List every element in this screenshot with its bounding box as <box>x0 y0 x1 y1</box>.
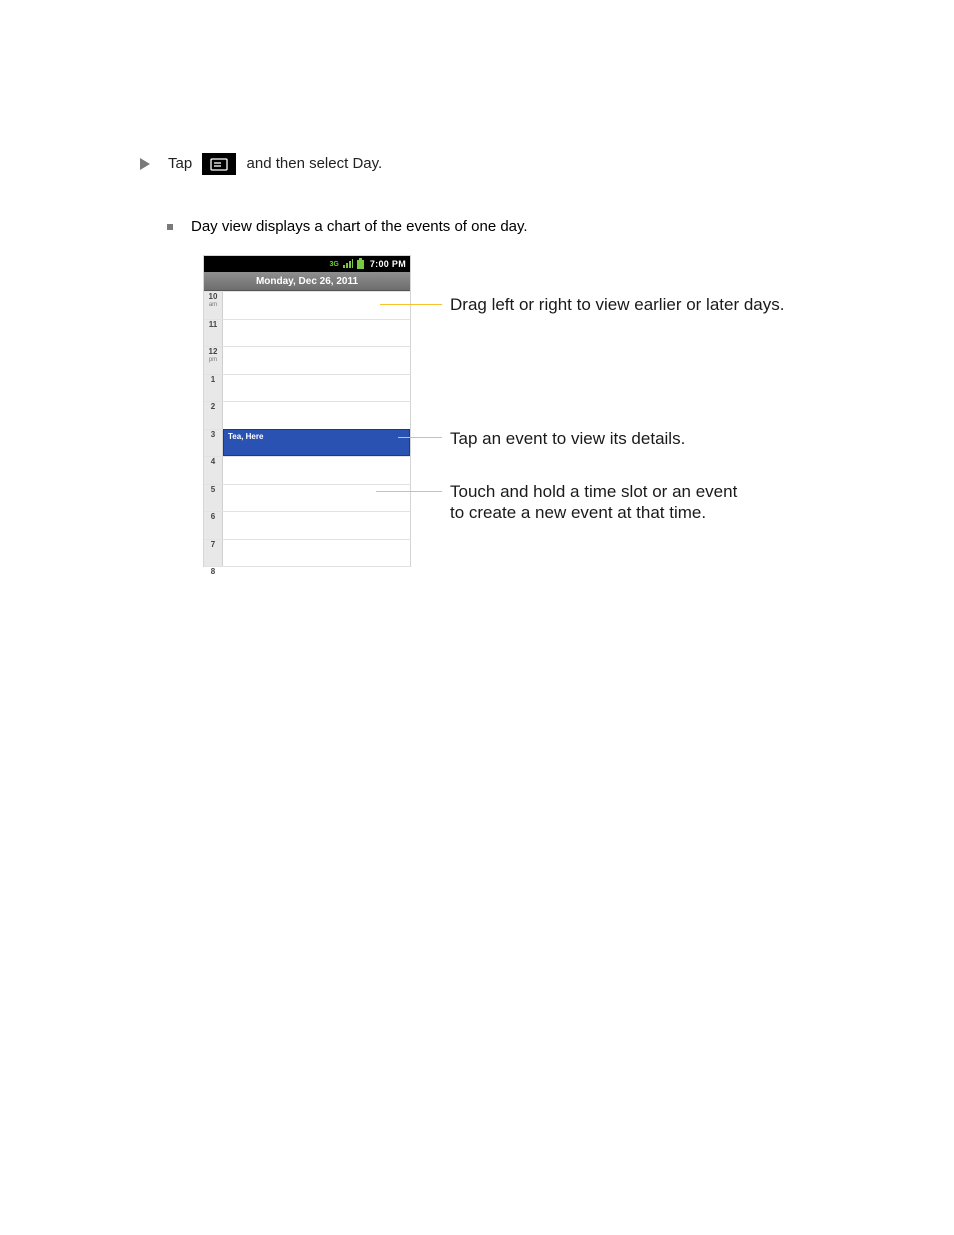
hour-label: 3 <box>204 430 222 439</box>
status-time: 7:00 PM <box>370 259 406 269</box>
phone-screenshot: 3G 7:00 PM Monday, Dec 26, 2011 10am1112… <box>204 256 410 566</box>
hour-slot[interactable] <box>204 319 410 347</box>
hour-slot[interactable] <box>204 456 410 484</box>
hour-label: 4 <box>204 457 222 466</box>
hour-slot[interactable] <box>204 401 410 429</box>
sub-instruction-text: Day view displays a chart of the events … <box>191 218 528 235</box>
callout-touch-hold: Touch and hold a time slot or an event t… <box>450 481 737 524</box>
hour-label: 8 <box>204 567 222 576</box>
hour-slot[interactable] <box>204 346 410 374</box>
date-label: Monday, Dec 26, 2011 <box>256 276 358 287</box>
square-bullet-icon <box>167 224 173 230</box>
callout-line <box>398 437 442 438</box>
hour-label: 6 <box>204 512 222 521</box>
callout-line <box>376 491 442 492</box>
hour-label: 7 <box>204 540 222 549</box>
calendar-event[interactable]: Tea, Here <box>223 429 410 457</box>
hour-slot[interactable] <box>204 566 410 594</box>
hour-label: 11 <box>204 320 222 329</box>
callout-line <box>380 304 442 305</box>
callout-text: Tap an event to view its details. <box>450 429 685 448</box>
menu-icon <box>202 153 236 175</box>
sub-instruction-row: Day view displays a chart of the events … <box>167 218 528 235</box>
callout-text-line2: to create a new event at that time. <box>450 503 706 522</box>
battery-icon <box>357 260 364 269</box>
callout-tap-event: Tap an event to view its details. <box>450 428 685 449</box>
hour-label: 10am <box>204 292 222 310</box>
callout-text: Drag left or right to view earlier or la… <box>450 295 784 314</box>
hour-slot[interactable] <box>204 374 410 402</box>
triangle-bullet-icon <box>140 158 150 170</box>
status-bar: 3G 7:00 PM <box>204 256 410 272</box>
hour-slot[interactable] <box>204 511 410 539</box>
callout-drag: Drag left or right to view earlier or la… <box>450 294 784 315</box>
signal-bars-icon <box>343 260 353 268</box>
instruction-text: Tap and then select Day. <box>168 153 382 175</box>
page: Tap and then select Day. Day view displa… <box>0 0 954 1235</box>
hour-label: 5 <box>204 485 222 494</box>
network-3g-icon: 3G <box>330 261 339 268</box>
hour-slot[interactable] <box>204 539 410 567</box>
day-view[interactable]: 10am1112pm12345678Tea, Here <box>204 291 410 567</box>
date-bar: Monday, Dec 26, 2011 <box>204 272 410 291</box>
hour-slot[interactable] <box>204 484 410 512</box>
instruction-row: Tap and then select Day. <box>140 153 382 175</box>
callout-text-line1: Touch and hold a time slot or an event <box>450 482 737 501</box>
instruction-suffix: and then select Day. <box>247 155 383 172</box>
hour-label: 2 <box>204 402 222 411</box>
hour-label: 12pm <box>204 347 222 365</box>
hour-label: 1 <box>204 375 222 384</box>
instruction-prefix: Tap <box>168 155 192 172</box>
